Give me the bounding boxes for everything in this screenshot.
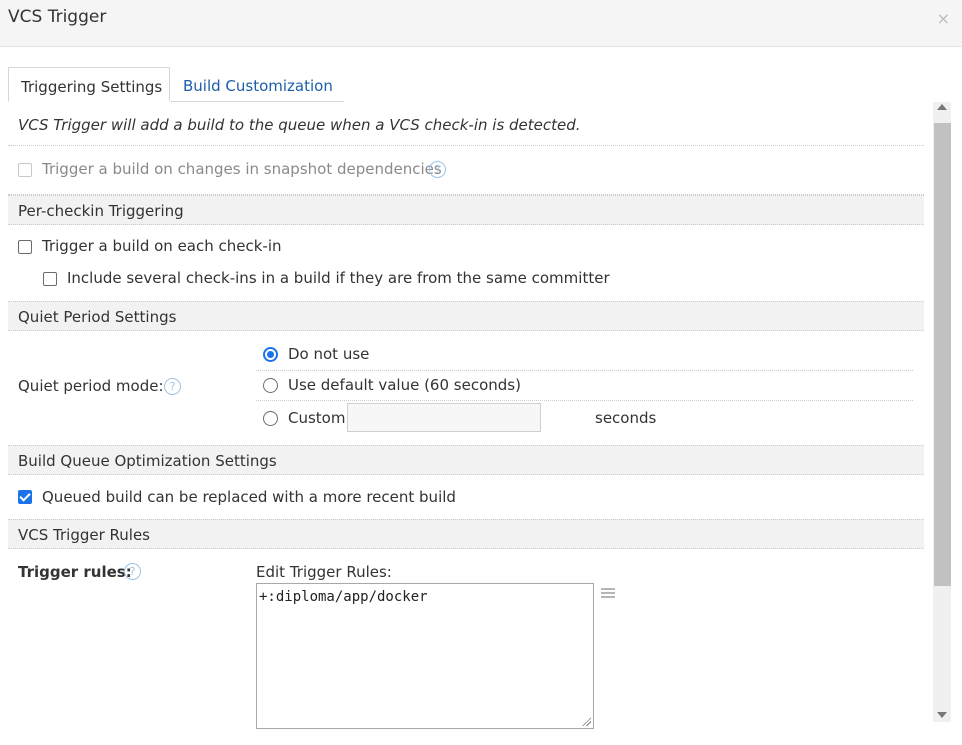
several-checkins-checkbox[interactable]: [43, 272, 57, 286]
scroll-up-icon[interactable]: [937, 104, 947, 110]
help-icon[interactable]: ?: [124, 563, 141, 580]
queue-optimization-header: Build Queue Optimization Settings: [8, 445, 924, 475]
snapshot-row: Trigger a build on changes in snapshot d…: [8, 147, 924, 195]
quiet-period-mode-label: Quiet period mode:: [18, 377, 164, 395]
trigger-rules-label: Trigger rules:: [18, 563, 132, 581]
help-icon[interactable]: ?: [164, 378, 181, 395]
dialog-title: VCS Trigger: [8, 7, 107, 27]
replace-build-label: Queued build can be replaced with a more…: [42, 488, 456, 506]
intro-text: VCS Trigger will add a build to the queu…: [8, 102, 924, 146]
resize-grip-icon[interactable]: [582, 717, 591, 726]
tab-triggering-settings[interactable]: Triggering Settings: [8, 67, 170, 102]
help-icon[interactable]: ?: [429, 161, 446, 178]
several-checkins-label: Include several check-ins in a build if …: [67, 269, 610, 287]
radio-row-default: Use default value (60 seconds): [256, 371, 913, 401]
snapshot-label: Trigger a build on changes in snapshot d…: [42, 160, 442, 178]
seconds-label: seconds: [595, 409, 657, 427]
radio-do-not-use[interactable]: [263, 347, 278, 362]
tab-content: VCS Trigger will add a build to the queu…: [8, 102, 924, 745]
quiet-period-header: Quiet Period Settings: [8, 301, 924, 331]
dialog-titlebar: VCS Trigger ×: [0, 0, 962, 47]
scrollbar-thumb[interactable]: [934, 123, 951, 586]
scrollbar[interactable]: [933, 102, 951, 722]
custom-seconds-input[interactable]: [347, 403, 541, 432]
tab-build-customization[interactable]: Build Customization: [171, 67, 344, 102]
radio-custom[interactable]: [263, 411, 278, 426]
radio-default-value-label: Use default value (60 seconds): [288, 376, 521, 394]
snapshot-checkbox[interactable]: [18, 163, 32, 177]
trigger-rules-header: VCS Trigger Rules: [8, 519, 924, 549]
edit-trigger-rules-label: Edit Trigger Rules:: [256, 563, 392, 581]
each-checkin-label: Trigger a build on each check-in: [42, 237, 282, 255]
trigger-rules-value: +:diploma/app/docker: [259, 589, 428, 605]
radio-default-value[interactable]: [263, 378, 278, 393]
per-checkin-header: Per-checkin Triggering: [8, 195, 924, 225]
radio-do-not-use-label: Do not use: [288, 345, 370, 363]
trigger-rules-textarea[interactable]: +:diploma/app/docker: [256, 583, 594, 729]
radio-custom-label: Custom: [288, 409, 346, 427]
radio-row-do-not-use: Do not use: [256, 340, 913, 371]
list-icon[interactable]: [601, 588, 615, 600]
replace-build-checkbox[interactable]: [18, 490, 32, 504]
each-checkin-checkbox[interactable]: [18, 240, 32, 254]
scroll-down-icon[interactable]: [937, 712, 947, 718]
close-icon[interactable]: ×: [937, 9, 950, 28]
